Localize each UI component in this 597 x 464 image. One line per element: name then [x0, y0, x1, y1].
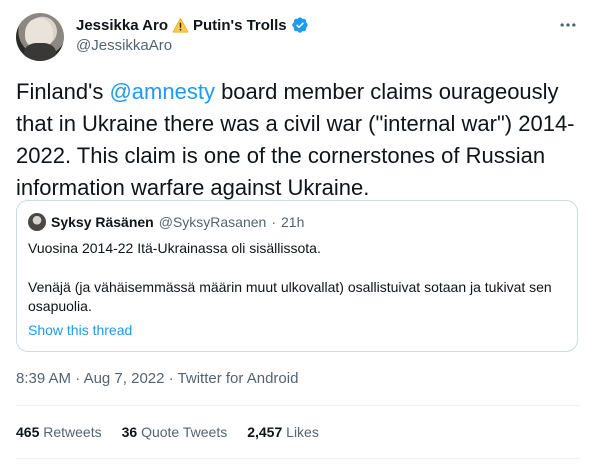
avatar-body [24, 43, 56, 61]
more-options-icon[interactable] [557, 14, 579, 36]
quoted-author-name: Syksy Räsänen [51, 214, 154, 230]
tweet-source[interactable]: Twitter for Android [178, 370, 299, 387]
tweet-metadata: 8:39 AM · Aug 7, 2022 · Twitter for Andr… [16, 370, 298, 387]
quoted-text-line-2: Venäjä (ja vähäisemmässä määrin muut ulk… [28, 279, 552, 314]
quoted-tweet[interactable]: Syksy Räsänen @SyksyRasanen · 21h Vuosin… [16, 200, 578, 352]
tweet-text: Finland's @amnesty board member claims o… [16, 76, 581, 204]
divider [16, 458, 581, 459]
meta-separator: · [164, 370, 178, 387]
meta-separator: · [71, 370, 84, 387]
quoted-text-line-1: Vuosina 2014-22 Itä-Ukrainassa oli sisäl… [28, 240, 321, 256]
warning-icon [172, 17, 189, 32]
author-name-row[interactable]: Jessikka Aro Putin's Trolls [76, 15, 309, 35]
show-thread-link[interactable]: Show this thread [28, 322, 132, 338]
quoted-author-avatar [28, 213, 46, 231]
likes-stat[interactable]: 2,457 Likes [247, 424, 319, 440]
author-name-suffix[interactable]: Putin's Trolls [193, 17, 287, 34]
author-handle[interactable]: @JessikkaAro [76, 37, 172, 54]
verified-badge-icon[interactable] [291, 16, 309, 34]
quoted-tweet-age: 21h [281, 214, 305, 230]
quote-tweets-label: Quote Tweets [141, 424, 228, 440]
mention-link[interactable]: @amnesty [109, 79, 214, 104]
retweets-count: 465 [16, 424, 40, 440]
quoted-tweet-header: Syksy Räsänen @SyksyRasanen · 21h [28, 213, 304, 231]
quote-tweets-count: 36 [121, 424, 138, 440]
quote-tweets-stat[interactable]: 36 Quote Tweets [122, 424, 228, 440]
tweet-date[interactable]: Aug 7, 2022 [84, 370, 165, 387]
author-avatar[interactable] [16, 13, 64, 61]
likes-count: 2,457 [247, 424, 283, 440]
retweets-label: Retweets [43, 424, 102, 440]
quoted-separator: · [271, 214, 276, 230]
quoted-author-handle: @SyksyRasanen [158, 214, 267, 230]
retweets-stat[interactable]: 465 Retweets [16, 424, 102, 440]
likes-label: Likes [286, 424, 319, 440]
engagement-stats: 465 Retweets 36 Quote Tweets 2,457 Likes [16, 424, 319, 440]
author-display-name[interactable]: Jessikka Aro [76, 17, 168, 34]
divider [16, 405, 581, 406]
tweet-time[interactable]: 8:39 AM [16, 370, 71, 387]
tweet-text-before: Finland's [16, 79, 110, 104]
more-dots-icon [560, 23, 576, 27]
